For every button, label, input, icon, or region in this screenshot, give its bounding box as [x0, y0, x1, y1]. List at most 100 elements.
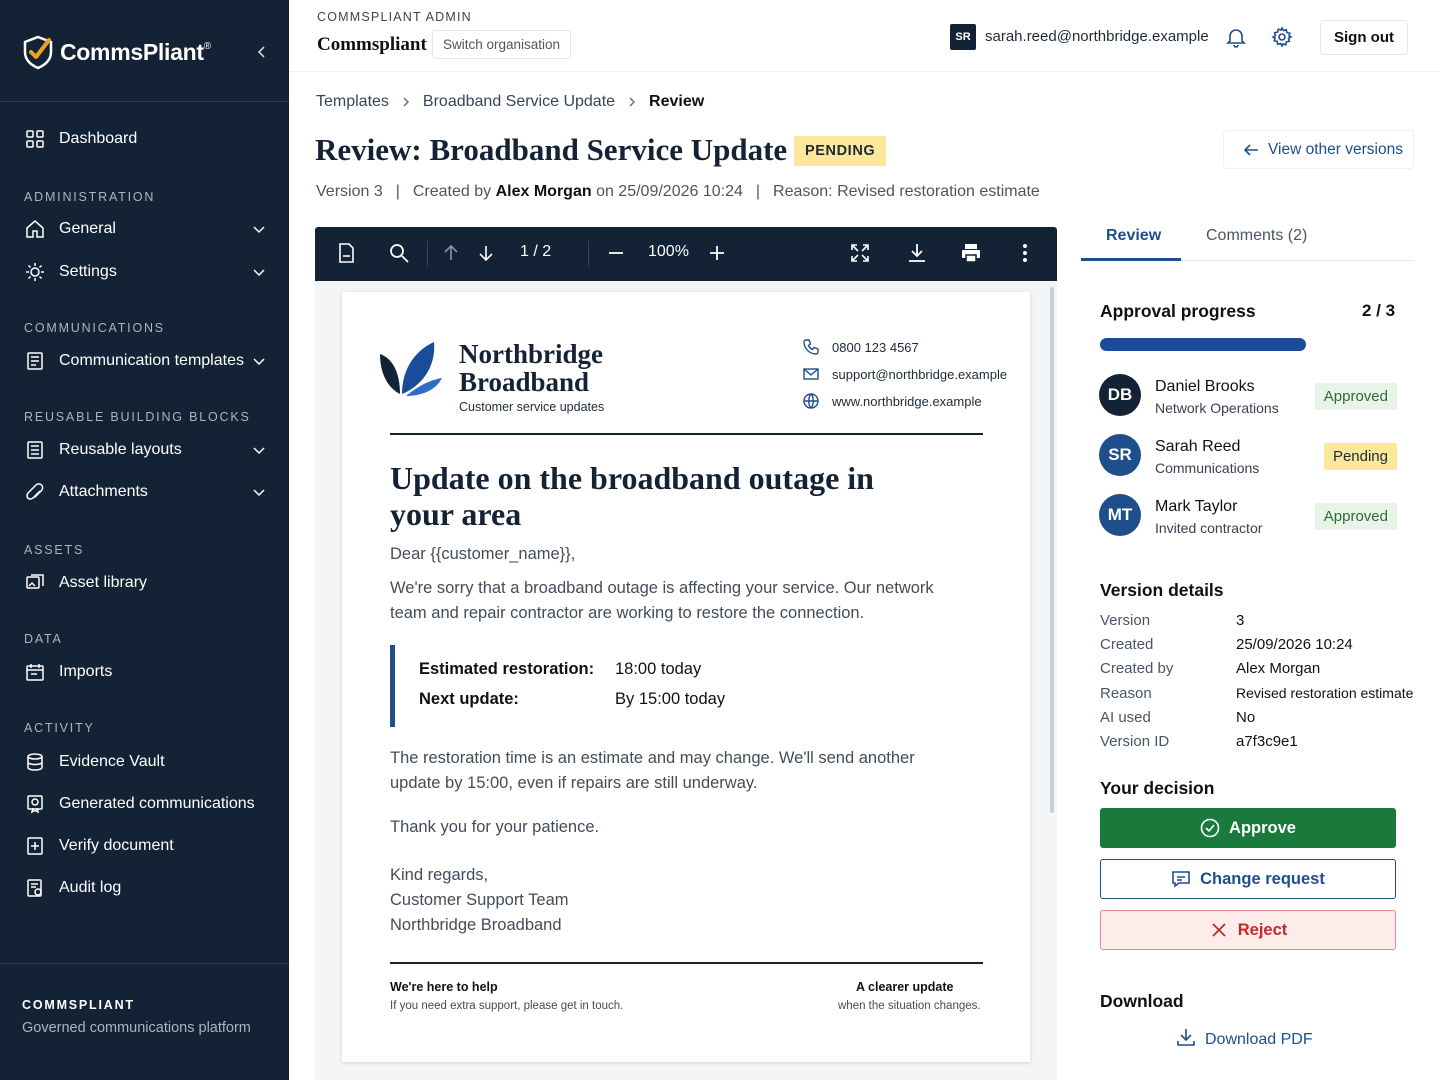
document-signoff-2: Customer Support Team: [390, 891, 569, 909]
version-detail-value: No: [1236, 709, 1256, 726]
meta-created-by: Alex Morgan: [495, 183, 592, 200]
sidebar-item-label: Evidence Vault: [59, 753, 165, 770]
search-icon[interactable]: [388, 242, 410, 264]
brand-logo[interactable]: CommsPliant ®: [20, 32, 211, 72]
your-decision-title: Your decision: [1100, 778, 1215, 798]
approval-progress-count: 2 / 3: [1362, 301, 1396, 320]
gear-icon[interactable]: [1271, 26, 1293, 48]
breadcrumb-templates[interactable]: Templates: [316, 93, 389, 111]
zoom-in-icon[interactable]: [706, 242, 728, 264]
download-pdf-link[interactable]: Download PDF: [1176, 1027, 1313, 1052]
pdf-scrollbar[interactable]: [1050, 287, 1054, 813]
document-contact-email: support@northbridge.example: [802, 365, 1007, 383]
arrow-up-icon[interactable]: [440, 242, 462, 264]
version-details-title: Version details: [1100, 580, 1224, 600]
toolbar-divider: [427, 241, 428, 267]
sidebar-item-attachments[interactable]: Attachments: [0, 472, 289, 512]
tab-review[interactable]: Review: [1106, 227, 1161, 245]
bell-icon[interactable]: [1225, 26, 1247, 48]
document-footer-rule: [390, 962, 983, 964]
chevron-right-icon: [629, 97, 636, 107]
avatar: MT: [1099, 494, 1141, 536]
toolbar-divider: [588, 241, 589, 267]
sidebar-item-evidence-vault[interactable]: Evidence Vault: [0, 742, 289, 782]
approver-status-badge: Approved: [1314, 503, 1397, 530]
user-avatar[interactable]: SR: [950, 24, 976, 50]
version-detail-key: AI used: [1100, 709, 1151, 726]
pdf-viewer-toolbar: 1 / 2 100%: [315, 227, 1057, 281]
sidebar-item-verify-document[interactable]: Verify document: [0, 826, 289, 866]
brand-registered-mark: ®: [203, 40, 212, 52]
document-brand-line-2: Broadband: [459, 367, 590, 397]
document-greeting: Dear {{customer_name}},: [390, 545, 576, 563]
approver-name: Mark Taylor: [1155, 498, 1238, 515]
sidebar-item-generated-communications[interactable]: Generated communications: [0, 784, 289, 824]
sidebar-item-audit-log[interactable]: Audit log: [0, 868, 289, 908]
breadcrumb-current: Review: [649, 93, 705, 110]
breadcrumb: Templates Broadband Service Update Revie…: [316, 93, 704, 111]
sidebar-item-label: Dashboard: [59, 130, 138, 147]
tab-comments[interactable]: Comments (2): [1206, 227, 1307, 245]
sidebar-item-label: Generated communications: [59, 795, 255, 812]
sidebar-item-settings[interactable]: Settings: [0, 252, 289, 292]
page-indicator[interactable]: 1 / 2: [520, 243, 551, 261]
sidebar-item-label: Asset library: [59, 574, 148, 591]
certificate-icon: [24, 793, 46, 815]
sidebar-item-communication-templates[interactable]: Communication templates: [0, 341, 289, 381]
document-icon: [24, 350, 46, 372]
approver-role: Communications: [1155, 460, 1260, 476]
approval-progress-bar: [1100, 338, 1306, 351]
northbridge-leaf-logo-icon: [380, 342, 442, 396]
sidebar-item-label: Attachments: [59, 483, 148, 500]
version-meta: Version 3 | Created by Alex Morgan on 25/0…: [316, 183, 1040, 200]
avatar: DB: [1099, 374, 1141, 416]
sidebar-item-reusable-layouts[interactable]: Reusable layouts: [0, 430, 289, 470]
sign-out-button[interactable]: Sign out: [1320, 20, 1408, 55]
close-icon: [1209, 920, 1229, 940]
zoom-out-icon[interactable]: [605, 242, 627, 264]
zoom-level[interactable]: 100%: [648, 243, 689, 261]
collapse-sidebar-icon[interactable]: [254, 44, 270, 60]
switch-organisation-button[interactable]: Switch organisation: [432, 30, 572, 59]
sidebar-item-dashboard[interactable]: Dashboard: [0, 119, 289, 159]
section-activity: ACTIVITY: [24, 721, 95, 735]
document-brand-name: Northbridge Broadband: [459, 340, 603, 396]
commspliant-logo-icon: [23, 35, 53, 70]
version-detail-value: 25/09/2026 10:24: [1236, 636, 1353, 653]
fullscreen-icon[interactable]: [849, 242, 871, 264]
reject-button-label: Reject: [1237, 920, 1288, 939]
breadcrumb-template[interactable]: Broadband Service Update: [423, 93, 615, 111]
sidebar-item-label: Communication templates: [59, 352, 244, 369]
check-circle-icon: [1200, 818, 1220, 838]
sidebar-item-label: Audit log: [59, 879, 122, 896]
document-brand-subtitle: Customer service updates: [459, 400, 605, 414]
change-request-button[interactable]: Change request: [1100, 859, 1396, 899]
document-email: support@northbridge.example: [832, 366, 1008, 382]
print-icon[interactable]: [960, 242, 982, 264]
document-intro: We're sorry that a broadband outage is a…: [390, 579, 934, 622]
chat-icon: [1171, 869, 1191, 889]
sidebar-item-asset-library[interactable]: Asset library: [0, 563, 289, 603]
view-other-versions-button[interactable]: View other versions: [1223, 130, 1414, 169]
page-title: Review: Broadband Service Update: [315, 132, 788, 167]
more-vertical-icon[interactable]: [1014, 242, 1036, 264]
app-eyebrow: COMMSPLIANT ADMIN: [317, 10, 472, 24]
document-callout-bar: [390, 645, 395, 727]
document-note: The restoration time is an estimate and …: [390, 749, 915, 792]
document-footer-right-sub: when the situation changes.: [838, 1000, 981, 1012]
database-icon: [24, 751, 46, 773]
sidebar-footer-divider: [0, 963, 289, 964]
sidebar-item-imports[interactable]: Imports: [0, 652, 289, 692]
approve-button[interactable]: Approve: [1100, 808, 1396, 848]
restoration-label: Estimated restoration:: [419, 660, 595, 678]
top-bar: COMMSPLIANT ADMIN Commspliant Switch org…: [289, 0, 1440, 72]
next-update-value: By 15:00 today: [615, 690, 726, 708]
arrow-down-icon[interactable]: [475, 242, 497, 264]
chevron-down-icon: [253, 269, 265, 277]
sidebar-toggle-icon[interactable]: [335, 242, 357, 264]
reject-button[interactable]: Reject: [1100, 910, 1396, 950]
user-email[interactable]: sarah.reed@northbridge.example: [985, 28, 1209, 45]
sidebar-item-general[interactable]: General: [0, 209, 289, 249]
chevron-right-icon: [403, 97, 409, 107]
download-icon[interactable]: [906, 242, 928, 264]
